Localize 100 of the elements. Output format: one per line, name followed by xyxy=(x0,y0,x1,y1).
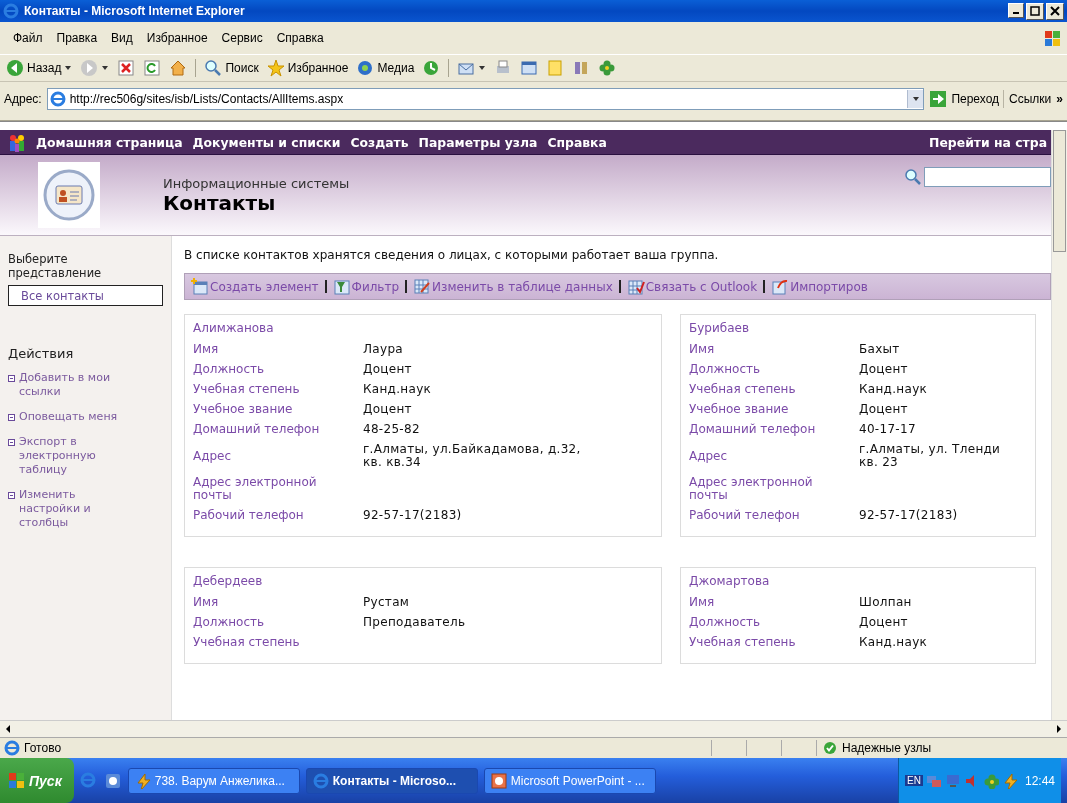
field-value: г.Алматы, ул.Байкадамова, д.32, кв. кв.34 xyxy=(363,443,581,469)
caret-icon xyxy=(478,64,487,72)
field-value: 92-57-17(2183) xyxy=(859,509,958,522)
field-value: Доцент xyxy=(859,616,908,629)
address-field[interactable]: http://rec506g/sites/isb/Lists/Contacts/AllItems.aspx xyxy=(46,88,925,110)
field-value: Шолпан xyxy=(859,596,912,609)
go-button[interactable]: Переход xyxy=(929,90,1005,108)
field-value: Бахыт xyxy=(859,343,900,356)
action-link[interactable]: Изменить настройки и столбцы xyxy=(19,488,124,530)
contact-name[interactable]: Алимжанова xyxy=(193,321,653,335)
contact-name[interactable]: Дебердеев xyxy=(193,574,653,588)
toolbar-link[interactable]: Создать элемент xyxy=(191,277,319,296)
field-label: Должность xyxy=(193,363,266,376)
nav-link[interactable]: Создать xyxy=(350,134,409,150)
menu-item[interactable]: Справка xyxy=(269,29,331,47)
minimize-button[interactable] xyxy=(1008,2,1024,18)
menu-item[interactable]: Правка xyxy=(49,29,105,47)
field-value: 40-17-17 xyxy=(859,423,916,436)
note-icon xyxy=(546,59,565,77)
toolbar-link[interactable]: Связать с Outlook xyxy=(626,277,758,296)
field-label: Домашний телефон xyxy=(193,423,321,436)
dropdown-button[interactable] xyxy=(907,90,924,108)
toolbar-button[interactable]: Назад xyxy=(4,58,75,78)
field-label: Должность xyxy=(689,616,762,629)
more-button[interactable]: » xyxy=(1056,92,1063,106)
people-icon xyxy=(8,132,26,152)
datasheet-icon xyxy=(413,277,432,296)
nav-link[interactable]: Перейти на стра xyxy=(929,134,1047,150)
menu-item[interactable]: Избранное xyxy=(139,29,215,47)
toolbar-link[interactable]: Фильтр xyxy=(332,277,400,296)
contact-name[interactable]: Джомартова xyxy=(689,574,1027,588)
browser-icon xyxy=(3,3,19,19)
start-button[interactable]: Пуск xyxy=(0,758,74,803)
taskbar-button[interactable]: 738. Варум Анжелика... xyxy=(127,767,300,794)
field-value: Канд.наук xyxy=(859,636,928,649)
nav-link[interactable]: Справка xyxy=(547,134,607,150)
caret-icon xyxy=(911,95,920,103)
scroll-right-icon xyxy=(1055,725,1063,733)
search-field[interactable] xyxy=(924,167,1051,187)
bullet-icon xyxy=(8,414,15,421)
flower-icon[interactable] xyxy=(982,772,999,789)
filter-icon xyxy=(332,277,351,296)
bullet-icon xyxy=(8,439,15,446)
bullet-icon xyxy=(8,375,15,382)
field-value: Доцент xyxy=(363,363,412,376)
field-value: 92-57-17(2183) xyxy=(363,509,462,522)
action-link[interactable]: Экспорт в электронную таблицу xyxy=(19,435,124,477)
menu-item[interactable]: Сервис xyxy=(214,29,270,47)
field-value: Доцент xyxy=(859,363,908,376)
check-icon xyxy=(823,741,837,755)
nav-link[interactable]: Параметры узла xyxy=(418,134,538,150)
contact-name[interactable]: Бурибаев xyxy=(689,321,1027,335)
star-icon xyxy=(266,59,285,77)
toolbar-button[interactable]: Избранное xyxy=(264,58,351,78)
toolbar-link[interactable]: Изменить в таблице данных xyxy=(413,277,613,296)
sidebar-heading: Выберите представление xyxy=(8,252,103,280)
field-label: Имя xyxy=(193,596,220,609)
maximize-button[interactable] xyxy=(1026,2,1044,20)
field-label: Адрес электронной почты xyxy=(689,476,814,502)
field-label: Учебное звание xyxy=(193,403,294,416)
maximize-icon xyxy=(1030,6,1040,16)
bullet-icon xyxy=(8,492,15,499)
field-value: 48-25-82 xyxy=(363,423,420,436)
toolbar-button[interactable]: Медиа xyxy=(354,58,417,78)
search-icon xyxy=(204,59,223,77)
view-link[interactable]: Все контакты xyxy=(8,285,163,306)
windows-logo-icon xyxy=(1044,29,1061,47)
nav-link[interactable]: Домашняя страница xyxy=(36,134,183,150)
taskbar-button[interactable]: Microsoft PowerPoint - ... xyxy=(483,767,656,794)
minimize-icon xyxy=(1013,11,1019,14)
horizontal-scrollbar[interactable] xyxy=(0,720,1067,737)
lightning-icon[interactable] xyxy=(1001,772,1018,789)
field-label: Учебная степень xyxy=(689,636,797,649)
browser-icon[interactable] xyxy=(79,771,98,790)
flower-icon xyxy=(598,59,617,77)
toolbar-link[interactable]: Импортиров xyxy=(771,277,868,296)
contact-card-icon xyxy=(43,169,95,221)
browser-icon xyxy=(312,772,329,789)
menu-item[interactable]: Файл xyxy=(6,29,50,47)
action-link[interactable]: Добавить в мои ссылки xyxy=(19,371,124,399)
field-value: Канд.наук xyxy=(363,383,432,396)
close-button[interactable] xyxy=(1046,2,1064,20)
menu-item[interactable]: Вид xyxy=(104,29,140,47)
monitor-icon[interactable] xyxy=(944,772,961,789)
lightning-icon xyxy=(134,772,151,789)
nav-link[interactable]: Документы и списки xyxy=(192,134,341,150)
vertical-scrollbar[interactable] xyxy=(1051,130,1067,720)
toolbar-button[interactable]: Поиск xyxy=(202,58,261,78)
list-description: В списке контактов хранятся сведения о лицах, с которыми работает ваша группа. xyxy=(184,248,720,262)
action-link[interactable]: Оповещать меня xyxy=(19,410,124,424)
links-button[interactable]: Ссылки xyxy=(1009,92,1052,106)
taskbar-button[interactable]: Контакты - Microso... xyxy=(305,767,478,794)
field-label: Адрес электронной почты xyxy=(193,476,318,502)
site-name[interactable]: Информационные системы xyxy=(163,175,904,191)
field-value: Лаура xyxy=(363,343,403,356)
caret-icon xyxy=(64,64,73,72)
new-item-icon xyxy=(191,277,209,296)
media-icon xyxy=(356,59,375,77)
sidebar-heading: Действия xyxy=(8,346,75,361)
language-indicator[interactable]: EN xyxy=(905,775,923,786)
